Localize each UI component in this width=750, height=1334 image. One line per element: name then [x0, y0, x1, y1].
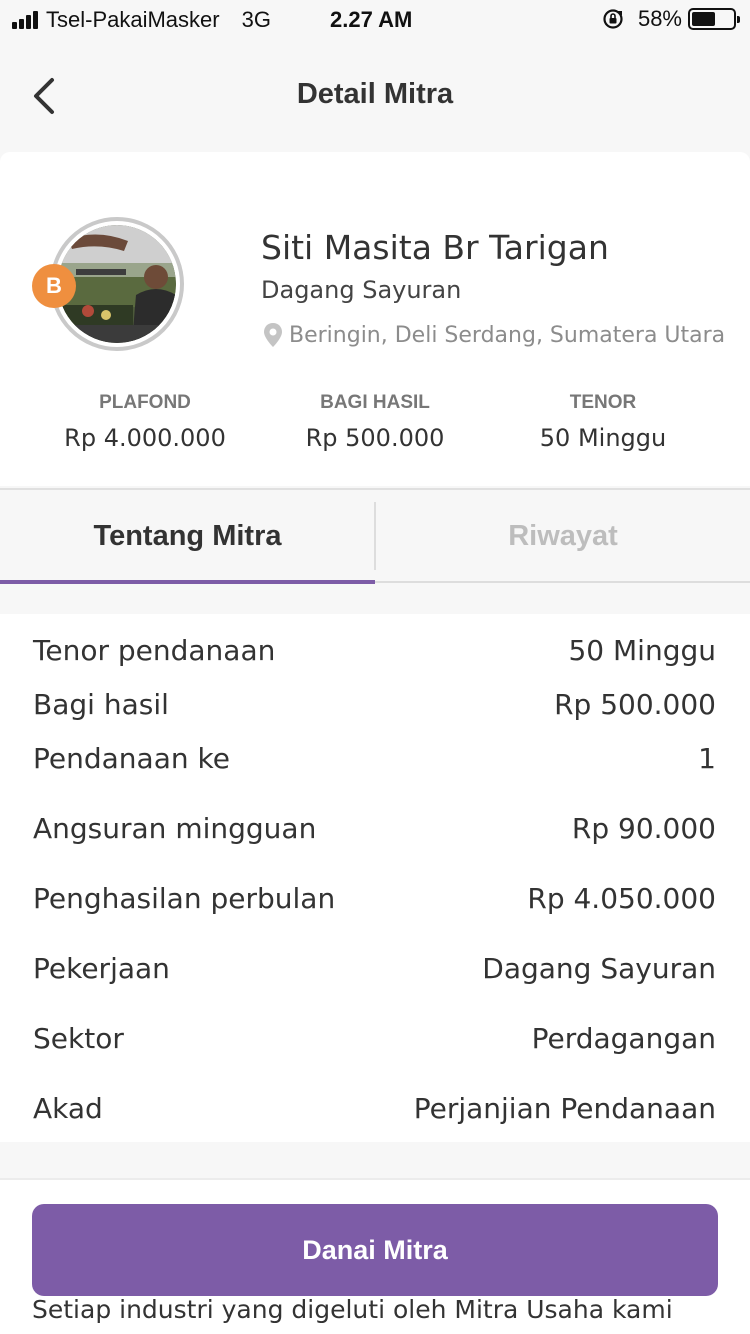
detail-row: Tenor pendanaan 50 Minggu: [33, 634, 716, 667]
detail-value: Perdagangan: [531, 1022, 716, 1055]
danai-mitra-button[interactable]: Danai Mitra: [32, 1204, 718, 1296]
detail-value: Rp 500.000: [554, 688, 716, 721]
stat-tenor: TENOR 50 Minggu: [498, 392, 708, 452]
detail-key: Akad: [33, 1092, 103, 1125]
stat-value: Rp 4.000.000: [64, 424, 226, 452]
detail-value: 50 Minggu: [568, 634, 716, 667]
battery-percent: 58%: [637, 6, 682, 31]
tab-underline: [375, 581, 750, 583]
location-pin-icon: [264, 323, 282, 347]
detail-key: Penghasilan perbulan: [33, 882, 336, 915]
detail-value: Rp 4.050.000: [527, 882, 716, 915]
detail-row: Penghasilan perbulan Rp 4.050.000: [33, 882, 716, 915]
nav-bar: Detail Mitra: [0, 40, 750, 152]
rotation-lock-icon: [603, 9, 623, 29]
stat-plafond: PLAFOND Rp 4.000.000: [40, 392, 250, 452]
profile-card: B Siti Masita Br Tarigan Dagang Sayuran …: [0, 152, 750, 486]
detail-value: Rp 90.000: [571, 812, 716, 845]
detail-key: Pekerjaan: [33, 952, 170, 985]
detail-value: 1: [698, 742, 716, 775]
stat-label: PLAFOND: [99, 392, 191, 413]
tab-bar: Tentang Mitra Riwayat: [0, 488, 750, 584]
detail-row: Sektor Perdagangan: [33, 1022, 716, 1055]
detail-key: Bagi hasil: [33, 688, 169, 721]
detail-row: Pendanaan ke 1: [33, 742, 716, 775]
detail-list: Tenor pendanaan 50 Minggu Bagi hasil Rp …: [0, 614, 750, 1142]
network-type: 3G: [241, 7, 271, 32]
detail-key: Tenor pendanaan: [33, 634, 276, 667]
page-title: Detail Mitra: [296, 78, 454, 110]
footnote-text: Setiap industri yang digeluti oleh Mitra…: [32, 1295, 673, 1324]
mitra-name: Siti Masita Br Tarigan: [261, 228, 609, 267]
stat-label: BAGI HASIL: [320, 392, 430, 413]
signal-icon: [12, 11, 38, 29]
mitra-occupation: Dagang Sayuran: [261, 276, 462, 304]
detail-key: Sektor: [33, 1022, 124, 1055]
active-tab-indicator: [0, 580, 375, 584]
battery-icon: [688, 8, 740, 30]
location-text: Beringin, Deli Serdang, Sumatera Utara: [289, 322, 726, 348]
stat-label: TENOR: [569, 392, 637, 413]
tab-riwayat[interactable]: Riwayat: [376, 490, 750, 582]
detail-value: Perjanjian Pendanaan: [413, 1092, 716, 1125]
grade-badge: B: [32, 264, 76, 308]
detail-key: Pendanaan ke: [33, 742, 230, 775]
bottom-panel: Setiap industri yang digeluti oleh Mitra…: [0, 1178, 750, 1334]
status-time: 2.27 AM: [330, 7, 413, 32]
carrier-name: Tsel-PakaiMasker: [46, 7, 220, 32]
detail-row: Angsuran mingguan Rp 90.000: [33, 812, 716, 845]
stat-value: Rp 500.000: [305, 424, 445, 452]
detail-row: Bagi hasil Rp 500.000: [33, 688, 716, 721]
mitra-location: Beringin, Deli Serdang, Sumatera Utara: [261, 321, 725, 349]
detail-value: Dagang Sayuran: [482, 952, 716, 985]
detail-row: Pekerjaan Dagang Sayuran: [33, 952, 716, 985]
detail-key: Angsuran mingguan: [33, 812, 317, 845]
detail-row: Akad Perjanjian Pendanaan: [33, 1092, 716, 1125]
stat-bagi-hasil: BAGI HASIL Rp 500.000: [270, 392, 480, 452]
stat-value: 50 Minggu: [539, 424, 667, 452]
status-bar: Tsel-PakaiMasker 3G 2.27 AM 58%: [0, 0, 750, 40]
tab-tentang-mitra[interactable]: Tentang Mitra: [0, 490, 375, 582]
